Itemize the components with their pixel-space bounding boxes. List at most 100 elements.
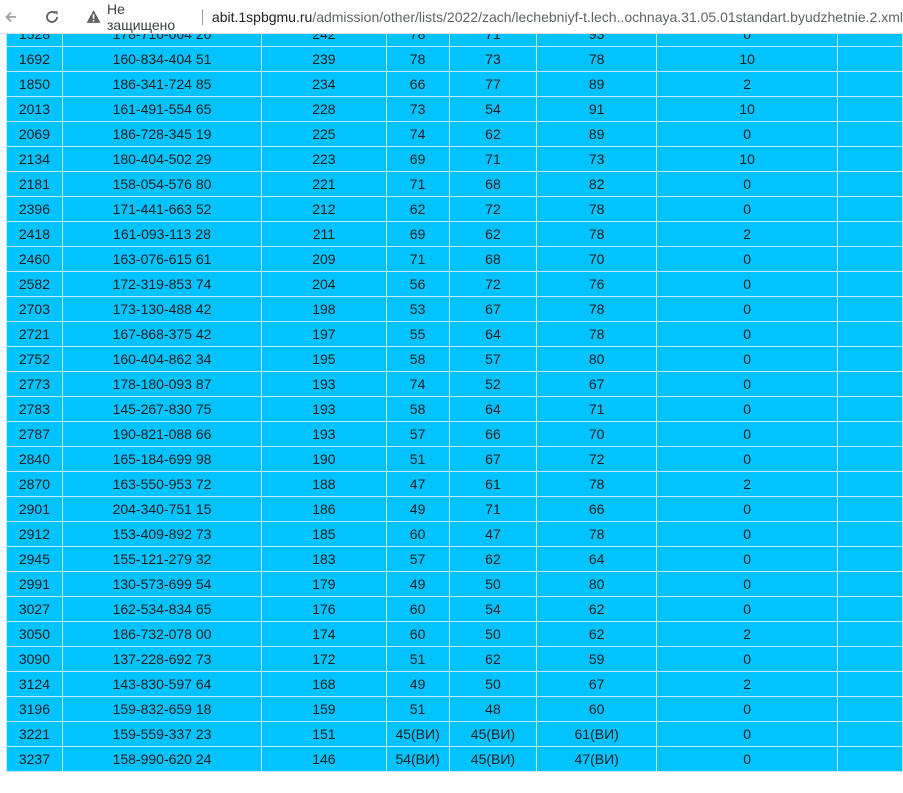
cell-achievement-score: 0 (655, 34, 839, 47)
cell-total-score: 188 (261, 471, 387, 497)
cell-subject-score-1: 51 (385, 696, 450, 722)
cell-subject-score-1: 56 (385, 271, 450, 297)
cell-achievement-score: 0 (655, 696, 839, 722)
cell-subject-score-3: 71 (536, 396, 657, 422)
cell-total-score: 193 (261, 396, 387, 422)
cell-subject-score-1: 71 (385, 171, 450, 197)
cell-achievement-score: 2 (655, 671, 839, 697)
cell-snils-code: 161-491-554 65 (61, 96, 263, 122)
table-row: 2945 155-121-279 32 183 57 62 64 0 (6, 546, 903, 572)
table-row: 2460 163-076-615 61 209 71 68 70 0 (6, 246, 903, 272)
cell-applicant-number: 3196 (6, 696, 63, 722)
cell-subject-score-3: 78 (536, 296, 657, 322)
cell-subject-score-2: 54 (448, 596, 538, 622)
cell-extra-field (837, 121, 903, 147)
applicants-table: 1528 178-716-064 20 242 78 71 93 0 1692 160-834-… (6, 34, 903, 772)
cell-total-score: 234 (261, 71, 387, 97)
cell-subject-score-3: 89 (536, 71, 657, 97)
cell-applicant-number: 2069 (6, 121, 63, 147)
cell-achievement-score: 2 (655, 71, 839, 97)
cell-total-score: 179 (261, 571, 387, 597)
cell-subject-score-2: 61 (448, 471, 538, 497)
cell-snils-code: 163-550-953 72 (61, 471, 263, 497)
cell-extra-field (837, 671, 903, 697)
cell-subject-score-3: 80 (536, 571, 657, 597)
cell-subject-score-2: 54 (448, 96, 538, 122)
cell-subject-score-3: 72 (536, 446, 657, 472)
reload-icon[interactable] (43, 7, 62, 27)
cell-subject-score-1: 69 (385, 146, 450, 172)
cell-subject-score-3: 62 (536, 621, 657, 647)
cell-snils-code: 186-341-724 85 (61, 71, 263, 97)
table-row: 2870 163-550-953 72 188 47 61 78 2 (6, 471, 903, 497)
cell-subject-score-2: 72 (448, 196, 538, 222)
table-row: 2134 180-404-502 29 223 69 71 73 10 (6, 146, 903, 172)
cell-extra-field (837, 371, 903, 397)
cell-applicant-number: 3050 (6, 621, 63, 647)
cell-subject-score-1: 58 (385, 346, 450, 372)
cell-subject-score-2: 50 (448, 621, 538, 647)
cell-total-score: 193 (261, 421, 387, 447)
cell-subject-score-1: 58 (385, 396, 450, 422)
cell-subject-score-2: 50 (448, 671, 538, 697)
cell-extra-field (837, 596, 903, 622)
cell-total-score: 174 (261, 621, 387, 647)
table-row: 2582 172-319-853 74 204 56 72 76 0 (6, 271, 903, 297)
table-row: 2752 160-404-862 34 195 58 57 80 0 (6, 346, 903, 372)
cell-subject-score-2: 64 (448, 396, 538, 422)
address-bar[interactable]: abit.1spbgmu.ru/admission/other/lists/20… (212, 9, 903, 25)
table-row: 3221 159-559-337 23 151 45(ВИ) 45(ВИ) 61(ВИ) 0 (6, 721, 903, 747)
table-row: 2396 171-441-663 52 212 62 72 78 0 (6, 196, 903, 222)
cell-subject-score-2: 57 (448, 346, 538, 372)
cell-extra-field (837, 296, 903, 322)
cell-subject-score-3: 67 (536, 371, 657, 397)
cell-extra-field (837, 646, 903, 672)
cell-subject-score-2: 68 (448, 171, 538, 197)
table-row: 3237 158-990-620 24 146 54(ВИ) 45(ВИ) 47(ВИ) 0 (6, 746, 903, 772)
table-row: 2069 186-728-345 19 225 74 62 89 0 (6, 121, 903, 147)
cell-achievement-score: 0 (655, 296, 839, 322)
cell-subject-score-3: 78 (536, 46, 657, 72)
back-arrow-icon[interactable] (2, 7, 21, 27)
cell-snils-code: 178-716-064 20 (61, 34, 263, 47)
cell-snils-code: 172-319-853 74 (61, 271, 263, 297)
cell-total-score: 239 (261, 46, 387, 72)
cell-subject-score-3: 47(ВИ) (536, 746, 657, 772)
cell-snils-code: 160-834-404 51 (61, 46, 263, 72)
cell-applicant-number: 2721 (6, 321, 63, 347)
cell-subject-score-3: 91 (536, 96, 657, 122)
cell-snils-code: 173-130-488 42 (61, 296, 263, 322)
cell-subject-score-2: 64 (448, 321, 538, 347)
cell-snils-code: 180-404-502 29 (61, 146, 263, 172)
cell-subject-score-2: 67 (448, 296, 538, 322)
cell-applicant-number: 2752 (6, 346, 63, 372)
cell-subject-score-2: 72 (448, 271, 538, 297)
cell-total-score: 190 (261, 446, 387, 472)
cell-subject-score-1: 49 (385, 496, 450, 522)
table-row: 2773 178-180-093 87 193 74 52 67 0 (6, 371, 903, 397)
table-row: 2783 145-267-830 75 193 58 64 71 0 (6, 396, 903, 422)
cell-total-score: 172 (261, 646, 387, 672)
cell-total-score: 176 (261, 596, 387, 622)
cell-total-score: 209 (261, 246, 387, 272)
cell-snils-code: 137-228-692 73 (61, 646, 263, 672)
cell-subject-score-1: 60 (385, 521, 450, 547)
cell-subject-score-1: 74 (385, 121, 450, 147)
cell-subject-score-2: 62 (448, 646, 538, 672)
cell-extra-field (837, 421, 903, 447)
security-indicator[interactable]: Не защищено (86, 1, 192, 33)
table-row: 2721 167-868-375 42 197 55 64 78 0 (6, 321, 903, 347)
cell-extra-field (837, 271, 903, 297)
cell-extra-field (837, 46, 903, 72)
cell-extra-field (837, 546, 903, 572)
cell-subject-score-2: 73 (448, 46, 538, 72)
table-row: 2013 161-491-554 65 228 73 54 91 10 (6, 96, 903, 122)
cell-achievement-score: 0 (655, 246, 839, 272)
browser-toolbar: Не защищено abit.1spbgmu.ru/admission/ot… (0, 0, 903, 34)
cell-subject-score-2: 66 (448, 421, 538, 447)
cell-snils-code: 162-534-834 65 (61, 596, 263, 622)
cell-subject-score-2: 68 (448, 246, 538, 272)
cell-applicant-number: 2582 (6, 271, 63, 297)
cell-snils-code: 130-573-699 54 (61, 571, 263, 597)
cell-extra-field (837, 96, 903, 122)
